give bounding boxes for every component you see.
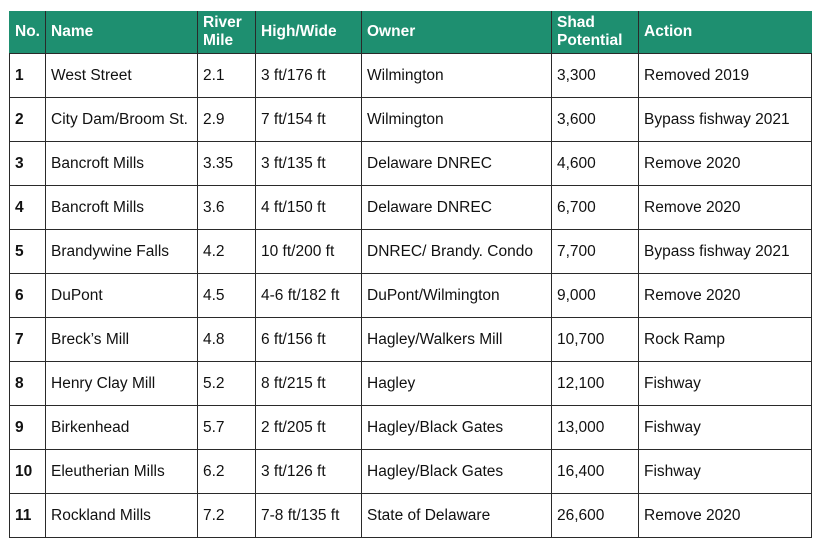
dam-name: Henry Clay Mill [45,361,198,406]
row-number: 4 [9,185,46,230]
row-number: 6 [9,273,46,318]
dam-table: No. Name River Mile High/Wide Owner Shad Pote… [9,11,812,538]
shad-potential: 6,700 [551,185,639,230]
owner: Hagley/Walkers Mill [361,317,552,362]
dam-name: Breck’s Mill [45,317,198,362]
dam-name: West Street [45,53,198,98]
table-row: 5 Brandywine Falls 4.2 10 ft/200 ft DNREC/ B… [9,229,812,274]
table-row: 11 Rockland Mills 7.2 7-8 ft/135 ft State of… [9,493,812,538]
shad-potential: 4,600 [551,141,639,186]
row-number: 8 [9,361,46,406]
row-number: 7 [9,317,46,362]
row-number: 11 [9,493,46,538]
owner: Wilmington [361,53,552,98]
shad-potential: 3,300 [551,53,639,98]
river-mile: 4.5 [197,273,256,318]
river-mile: 4.8 [197,317,256,362]
shad-potential: 10,700 [551,317,639,362]
dam-name: Rockland Mills [45,493,198,538]
action: Remove 2020 [638,493,812,538]
header-no: No. [9,11,46,54]
action: Fishway [638,449,812,494]
table-header: No. Name River Mile High/Wide Owner Shad Pote… [9,11,812,54]
owner: DuPont/Wilmington [361,273,552,318]
action: Remove 2020 [638,141,812,186]
table-row: 10 Eleutherian Mills 6.2 3 ft/126 ft Hagley/… [9,449,812,494]
owner: State of Delaware [361,493,552,538]
row-number: 9 [9,405,46,450]
river-mile: 5.7 [197,405,256,450]
table-row: 3 Bancroft Mills 3.35 3 ft/135 ft Delaware D… [9,141,812,186]
owner: Delaware DNREC [361,141,552,186]
river-mile: 4.2 [197,229,256,274]
table-row: 7 Breck’s Mill 4.8 6 ft/156 ft Hagley/Walker… [9,317,812,362]
action: Remove 2020 [638,273,812,318]
owner: DNREC/ Brandy. Condo [361,229,552,274]
river-mile: 7.2 [197,493,256,538]
header-river-mile: River Mile [197,11,256,54]
shad-potential: 12,100 [551,361,639,406]
owner: Hagley [361,361,552,406]
action: Bypass fishway 2021 [638,229,812,274]
high-wide: 8 ft/215 ft [255,361,362,406]
high-wide: 4 ft/150 ft [255,185,362,230]
owner: Delaware DNREC [361,185,552,230]
high-wide: 7 ft/154 ft [255,97,362,142]
shad-potential: 9,000 [551,273,639,318]
shad-potential: 3,600 [551,97,639,142]
river-mile: 2.1 [197,53,256,98]
dam-name: Birkenhead [45,405,198,450]
high-wide: 7-8 ft/135 ft [255,493,362,538]
river-mile: 2.9 [197,97,256,142]
row-number: 1 [9,53,46,98]
action: Fishway [638,361,812,406]
action: Fishway [638,405,812,450]
table-row: 6 DuPont 4.5 4-6 ft/182 ft DuPont/Wilmington… [9,273,812,318]
header-high-wide: High/Wide [255,11,362,54]
shad-potential: 16,400 [551,449,639,494]
header-owner: Owner [361,11,552,54]
header-name: Name [45,11,198,54]
table-row: 4 Bancroft Mills 3.6 4 ft/150 ft Delaware DN… [9,185,812,230]
shad-potential: 26,600 [551,493,639,538]
table-row: 1 West Street 2.1 3 ft/176 ft Wilmington 3,30… [9,53,812,98]
header-action: Action [638,11,812,54]
high-wide: 6 ft/156 ft [255,317,362,362]
action: Remove 2020 [638,185,812,230]
table-row: 8 Henry Clay Mill 5.2 8 ft/215 ft Hagley 12,1… [9,361,812,406]
high-wide: 3 ft/126 ft [255,449,362,494]
dam-name: Brandywine Falls [45,229,198,274]
action: Removed 2019 [638,53,812,98]
dam-name: DuPont [45,273,198,318]
row-number: 10 [9,449,46,494]
high-wide: 3 ft/135 ft [255,141,362,186]
dam-name: Bancroft Mills [45,141,198,186]
owner: Hagley/Black Gates [361,405,552,450]
owner: Wilmington [361,97,552,142]
row-number: 3 [9,141,46,186]
river-mile: 3.6 [197,185,256,230]
action: Bypass fishway 2021 [638,97,812,142]
high-wide: 3 ft/176 ft [255,53,362,98]
river-mile: 3.35 [197,141,256,186]
header-row: No. Name River Mile High/Wide Owner Shad Pote… [9,11,812,54]
table-row: 9 Birkenhead 5.7 2 ft/205 ft Hagley/Black Ga… [9,405,812,450]
high-wide: 10 ft/200 ft [255,229,362,274]
high-wide: 2 ft/205 ft [255,405,362,450]
row-number: 5 [9,229,46,274]
header-shad-potential: Shad Potential [551,11,639,54]
dam-name: Eleutherian Mills [45,449,198,494]
row-number: 2 [9,97,46,142]
high-wide: 4-6 ft/182 ft [255,273,362,318]
dam-name: City Dam/Broom St. [45,97,198,142]
shad-potential: 13,000 [551,405,639,450]
river-mile: 5.2 [197,361,256,406]
owner: Hagley/Black Gates [361,449,552,494]
shad-potential: 7,700 [551,229,639,274]
table-body: 1 West Street 2.1 3 ft/176 ft Wilmington 3,30… [9,53,812,538]
action: Rock Ramp [638,317,812,362]
river-mile: 6.2 [197,449,256,494]
table-row: 2 City Dam/Broom St. 2.9 7 ft/154 ft Wilming… [9,97,812,142]
dam-name: Bancroft Mills [45,185,198,230]
